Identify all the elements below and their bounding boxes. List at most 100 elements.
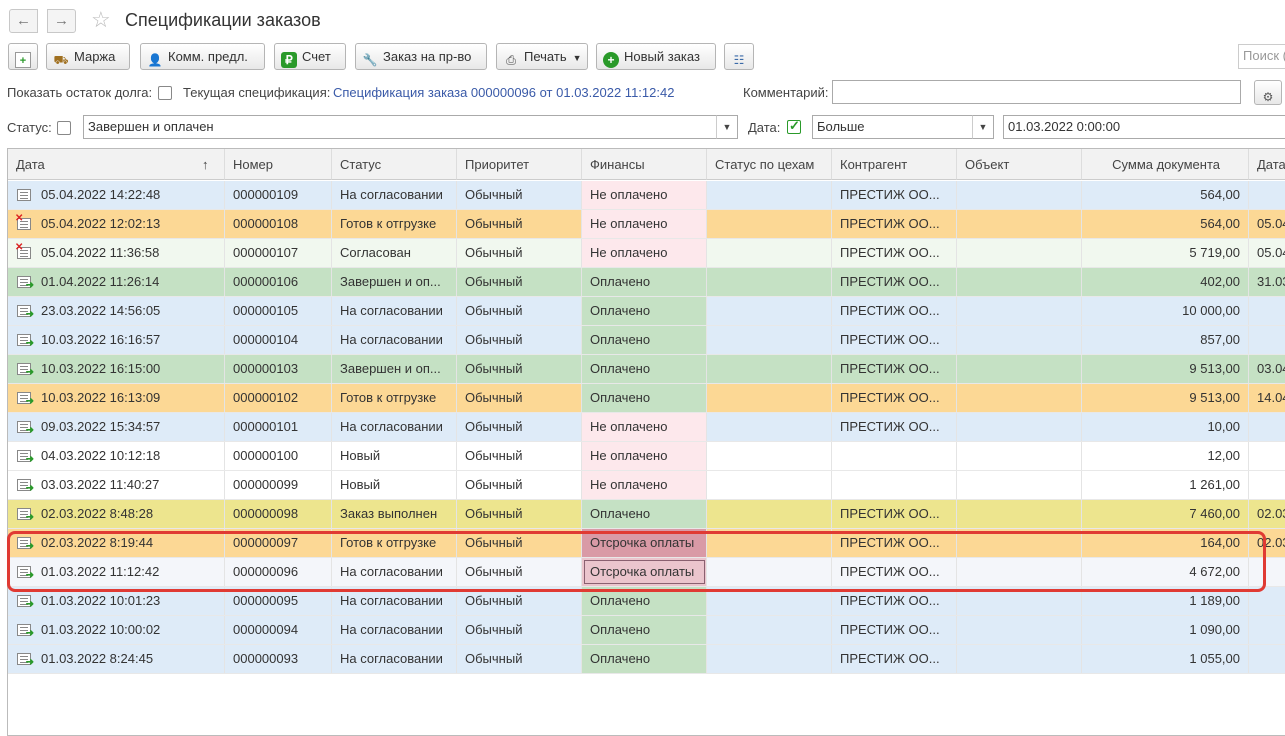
- table-row[interactable]: ➜ 04.03.2022 10:12:18 000000100 Новый Обычны…: [8, 442, 1285, 471]
- table-cell-fin: Не оплачено: [582, 210, 707, 238]
- table-cell-contr: ПРЕСТИЖ ОО...: [832, 268, 957, 296]
- table-cell-date2: [1249, 471, 1285, 499]
- column-header-finance[interactable]: Финансы: [582, 149, 707, 180]
- column-header-shop-status[interactable]: Статус по цехам: [707, 149, 832, 180]
- table-cell-sum: 564,00: [1082, 210, 1249, 238]
- table-cell-fin: Оплачено: [582, 268, 707, 296]
- back-arrow-icon[interactable]: ←: [9, 9, 38, 33]
- table-cell-num: 000000104: [225, 326, 332, 354]
- table-cell-date: 05.04.2022 11:36:58: [8, 239, 225, 267]
- add-document-button[interactable]: +: [8, 43, 38, 70]
- table-cell-obj: [957, 355, 1082, 383]
- table-cell-obj: [957, 645, 1082, 673]
- table-row[interactable]: ➜ 01.03.2022 10:00:02 000000094 На согласов…: [8, 616, 1285, 645]
- table-cell-num: 000000093: [225, 645, 332, 673]
- offer-icon: 👤: [147, 53, 163, 67]
- table-cell-date2: [1249, 616, 1285, 644]
- table-row[interactable]: ➜ 01.04.2022 11:26:14 000000106 Завершен и …: [8, 268, 1285, 297]
- table-cell-sum: 10,00: [1082, 413, 1249, 441]
- comment-field[interactable]: [832, 80, 1241, 104]
- search-input[interactable]: Поиск (: [1238, 44, 1285, 69]
- table-row[interactable]: ➜ 10.03.2022 16:16:57 000000104 На согласов…: [8, 326, 1285, 355]
- table-row[interactable]: ➜ 10.03.2022 16:15:00 000000103 Завершен и …: [8, 355, 1285, 384]
- table-row[interactable]: ➜ 01.03.2022 8:24:45 000000093 На согласова…: [8, 645, 1285, 674]
- column-header-date[interactable]: Дата ↑: [8, 149, 225, 180]
- table-cell-date: 04.03.2022 10:12:18: [8, 442, 225, 470]
- list-settings-button[interactable]: ☷: [724, 43, 754, 70]
- table-cell-fin: Оплачено: [582, 326, 707, 354]
- column-header-status[interactable]: Статус: [332, 149, 457, 180]
- column-header-object[interactable]: Объект: [957, 149, 1082, 180]
- table-row[interactable]: ➜ 10.03.2022 16:13:09 000000102 Готов к отг…: [8, 384, 1285, 413]
- list-icon: ☷: [733, 53, 745, 67]
- table-cell-status: Новый: [332, 471, 457, 499]
- current-spec-link[interactable]: Спецификация заказа 000000096 от 01.03.2…: [333, 85, 674, 100]
- sort-arrow-icon: ↑: [202, 157, 209, 172]
- favorite-star-icon[interactable]: ☆: [91, 8, 111, 32]
- forward-arrow-icon[interactable]: →: [47, 9, 76, 33]
- title-bar: ← → ☆ Спецификации заказов: [0, 0, 1285, 40]
- table-cell-status: На согласовании: [332, 297, 457, 325]
- new-order-label: Новый заказ: [624, 49, 700, 64]
- new-order-button[interactable]: + Новый заказ: [596, 43, 716, 70]
- status-filter-checkbox[interactable]: [57, 121, 71, 135]
- margin-button-label: Маржа: [74, 49, 116, 64]
- table-row[interactable]: ➜ 09.03.2022 15:34:57 000000101 На согласов…: [8, 413, 1285, 442]
- table-cell-date: 01.03.2022 10:00:02: [8, 616, 225, 644]
- column-header-counterparty[interactable]: Контрагент: [832, 149, 957, 180]
- table-row[interactable]: ✕ 05.04.2022 11:36:58 000000107 Согласован О…: [8, 239, 1285, 268]
- status-filter-select[interactable]: Завершен и оплачен: [83, 115, 717, 139]
- table-row[interactable]: 05.04.2022 14:22:48 000000109 На согласова…: [8, 181, 1285, 210]
- margin-icon: ⛟: [53, 53, 69, 67]
- table-row[interactable]: ➜ 02.03.2022 8:48:28 000000098 Заказ выполн…: [8, 500, 1285, 529]
- table-cell-status: На согласовании: [332, 616, 457, 644]
- date-condition-chevron-icon[interactable]: ▼: [972, 115, 994, 139]
- table-cell-num: 000000106: [225, 268, 332, 296]
- table-cell-obj: [957, 326, 1082, 354]
- production-order-button[interactable]: 🔧 Заказ на пр-во: [355, 43, 487, 70]
- highlight-frame: [7, 531, 1266, 592]
- comment-label: Комментарий:: [743, 85, 829, 100]
- status-dropdown-chevron-icon[interactable]: ▼: [716, 115, 738, 139]
- column-header-date2[interactable]: Дата: [1249, 149, 1285, 180]
- invoice-button[interactable]: ₽ Счет: [274, 43, 346, 70]
- table-row[interactable]: ➜ 23.03.2022 14:56:05 000000105 На согласов…: [8, 297, 1285, 326]
- margin-button[interactable]: ⛟ Маржа: [46, 43, 130, 70]
- table-cell-date2: [1249, 442, 1285, 470]
- table-cell-prio: Обычный: [457, 413, 582, 441]
- column-header-sum[interactable]: Сумма документа: [1082, 149, 1249, 180]
- ruble-icon: ₽: [281, 52, 297, 68]
- table-row[interactable]: ✕ 05.04.2022 12:02:13 000000108 Готов к отг…: [8, 210, 1285, 239]
- table-cell-date: 03.03.2022 11:40:27: [8, 471, 225, 499]
- column-header-number[interactable]: Номер: [225, 149, 332, 180]
- table-row[interactable]: ➜ 03.03.2022 11:40:27 000000099 Новый Обычны…: [8, 471, 1285, 500]
- show-debt-checkbox[interactable]: [158, 86, 172, 100]
- table-cell-fin: Оплачено: [582, 645, 707, 673]
- table-cell-date2: [1249, 181, 1285, 209]
- table-cell-date2: 14.04: [1249, 384, 1285, 412]
- column-header-priority[interactable]: Приоритет: [457, 149, 582, 180]
- table-cell-prio: Обычный: [457, 210, 582, 238]
- date-condition-select[interactable]: Больше: [812, 115, 973, 139]
- wrench-icon: 🔧: [362, 53, 378, 67]
- date-value-field[interactable]: 01.03.2022 0:00:00: [1003, 115, 1285, 139]
- table-cell-sum: 857,00: [1082, 326, 1249, 354]
- commercial-offer-button[interactable]: 👤 Комм. предл.: [140, 43, 265, 70]
- table-cell-shop: [707, 355, 832, 383]
- table-cell-num: 000000094: [225, 616, 332, 644]
- table-cell-sum: 9 513,00: [1082, 384, 1249, 412]
- date-filter-checkbox[interactable]: ✓: [787, 118, 801, 134]
- table-cell-fin: Не оплачено: [582, 471, 707, 499]
- table-cell-date: 02.03.2022 8:48:28: [8, 500, 225, 528]
- table-cell-date: 01.03.2022 8:24:45: [8, 645, 225, 673]
- comment-settings-button[interactable]: ⚙: [1254, 80, 1282, 105]
- table-cell-sum: 10 000,00: [1082, 297, 1249, 325]
- table-cell-date: 09.03.2022 15:34:57: [8, 413, 225, 441]
- table-cell-date2: 31.03: [1249, 268, 1285, 296]
- table-cell-shop: [707, 268, 832, 296]
- print-icon: ⎙: [506, 53, 516, 67]
- table-cell-shop: [707, 442, 832, 470]
- print-button[interactable]: ⎙ Печать ▼: [496, 43, 588, 70]
- print-label: Печать: [524, 49, 567, 64]
- table-cell-shop: [707, 645, 832, 673]
